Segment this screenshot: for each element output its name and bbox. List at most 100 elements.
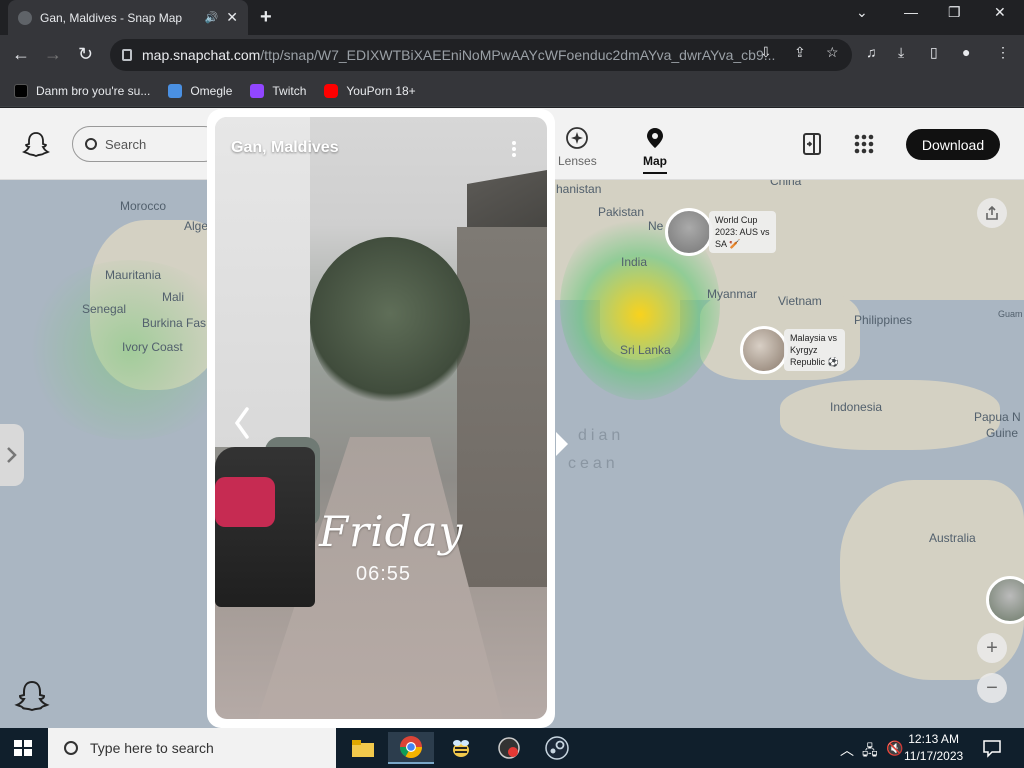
steam-app[interactable] — [534, 732, 580, 764]
tray-overflow-chevron-icon[interactable]: ︿ — [840, 740, 854, 760]
story-more-options-icon[interactable] — [511, 139, 517, 159]
bee-icon — [453, 740, 469, 757]
map-label: Senegal — [82, 302, 127, 316]
profile-avatar-icon[interactable]: ● — [962, 44, 970, 60]
bookmark-item[interactable]: Danm bro you're su... — [14, 83, 151, 98]
windows-taskbar: Type here to search ︿ 🖧 🔇 12:13 AM 11/17… — [0, 728, 1024, 768]
ocean-label: dian — [578, 427, 625, 444]
windows-start-icon[interactable] — [14, 740, 32, 756]
map-label: Ivory Coast — [122, 340, 183, 354]
notifications-icon[interactable] — [982, 738, 1002, 758]
zoom-out-button[interactable]: − — [977, 673, 1007, 703]
url-path: /ttp/snap/W7_EDIXWTBiXAEEniNoMPwAAYcWFoe… — [260, 47, 776, 63]
chevron-right-icon — [7, 447, 17, 463]
search-input[interactable]: Search — [72, 126, 222, 162]
stone-wall — [457, 227, 547, 587]
pin-label: World Cup 2023: AUS vs SA 🏏 — [709, 211, 776, 253]
share-map-button[interactable] — [977, 198, 1007, 228]
browser-tab[interactable]: Gan, Maldives - Snap Map 🔊 ✕ — [8, 0, 248, 35]
map-label: Morocco — [120, 199, 167, 213]
twitch-icon — [250, 83, 265, 98]
previous-story-button[interactable] — [231, 403, 253, 443]
chrome-app[interactable] — [388, 732, 434, 764]
bookmark-star-icon[interactable]: ☆ — [826, 44, 839, 61]
file-explorer-app[interactable] — [340, 732, 386, 764]
tab-lenses[interactable]: Lenses — [558, 126, 597, 168]
story-media[interactable]: Gan, Maldives Friday 06:55 — [215, 117, 547, 719]
map-label: Sri Lanka — [620, 343, 671, 357]
back-button[interactable]: ← — [12, 44, 30, 65]
youtube-icon — [324, 83, 339, 98]
map-label: Myanmar — [707, 287, 758, 301]
install-app-icon[interactable]: ⇩ — [760, 44, 772, 61]
map-label: Pakistan — [598, 205, 645, 219]
downloads-icon[interactable]: ⤓ — [898, 44, 904, 61]
map-label: Guam — [998, 309, 1023, 319]
forward-button[interactable]: → — [44, 44, 62, 65]
map-label: Burkina Fas — [142, 316, 207, 330]
volume-muted-icon[interactable]: 🔇 — [886, 740, 903, 757]
story-pin[interactable]: Malaysia vs Kyrgyz Republic ⚽ — [740, 326, 845, 374]
lock-icon — [122, 49, 132, 61]
bookmark-label: Danm bro you're su... — [36, 83, 151, 98]
story-pin[interactable] — [986, 576, 1024, 624]
snapchat-logo-icon[interactable] — [22, 130, 50, 158]
tab-search-chevron-icon[interactable]: ⌄ — [856, 4, 868, 21]
map-label: India — [621, 255, 648, 269]
taskbar-search-input[interactable]: Type here to search — [48, 728, 336, 768]
story-caption-day: Friday — [319, 507, 464, 556]
search-icon — [85, 138, 97, 150]
map-pin-icon — [647, 128, 663, 148]
close-window-button[interactable]: ✕ — [994, 4, 1006, 21]
recording-app[interactable] — [486, 732, 532, 764]
bookmark-item[interactable]: YouPorn 18+ — [324, 83, 416, 98]
record-icon — [498, 737, 520, 759]
taskbar-clock[interactable]: 12:13 AM 11/17/2023 — [904, 731, 963, 765]
speaker-icon[interactable]: 🔊 — [205, 11, 219, 24]
snap-map-page: Morocco Alge Mauritania Mali Senegal Bur… — [0, 108, 1024, 728]
map-label: Guine — [986, 426, 1019, 440]
reload-button[interactable]: ↻ — [78, 44, 93, 65]
ocean-label: cean — [568, 455, 619, 472]
folder-icon — [352, 740, 374, 757]
story-pin[interactable]: World Cup 2023: AUS vs SA 🏏 — [665, 208, 776, 256]
minimize-button[interactable]: — — [904, 4, 918, 20]
map-label: Alge — [184, 219, 209, 233]
bookmark-label: Twitch — [272, 83, 307, 98]
side-panel-icon[interactable]: ▯ — [930, 44, 938, 61]
chrome-menu-icon[interactable]: ⋮ — [996, 44, 1010, 61]
map-label: Indonesia — [830, 400, 883, 414]
zoom-in-button[interactable]: + — [977, 633, 1007, 663]
map-label: Australia — [929, 531, 976, 545]
bookmark-label: YouPorn 18+ — [346, 83, 416, 98]
scooter — [215, 447, 315, 607]
browser-tab-strip: Gan, Maldives - Snap Map 🔊 ✕ + ⌄ — ❐ ✕ — [0, 0, 1024, 35]
download-button[interactable]: Download — [906, 129, 1000, 160]
close-tab-icon[interactable]: ✕ — [226, 9, 238, 26]
map-label: Mauritania — [105, 268, 162, 282]
browser-toolbar: ← → ↻ map.snapchat.com /ttp/snap/W7_EDIX… — [0, 35, 1024, 75]
network-icon[interactable]: 🖧 — [862, 740, 878, 764]
add-to-home-icon[interactable] — [798, 130, 826, 158]
apps-grid-icon[interactable] — [850, 130, 878, 158]
bookmark-item[interactable]: Omegle — [168, 83, 232, 98]
restore-button[interactable]: ❐ — [948, 4, 961, 21]
share-icon[interactable]: ⇪ — [794, 44, 806, 61]
share-icon — [986, 205, 998, 220]
address-bar[interactable]: map.snapchat.com /ttp/snap/W7_EDIXWTBiXA… — [110, 39, 852, 71]
side-panel-toggle[interactable] — [0, 424, 24, 486]
map-label: Papua N — [974, 410, 1021, 424]
map-label: Philippines — [854, 313, 913, 327]
bee-app[interactable] — [438, 732, 484, 764]
tab-map[interactable]: Map — [643, 126, 667, 174]
bookmark-item[interactable]: Twitch — [250, 83, 307, 98]
new-tab-button[interactable]: + — [260, 6, 272, 29]
story-viewer: Gan, Maldives Friday 06:55 — [207, 109, 555, 728]
clock-time: 12:13 AM — [908, 732, 959, 746]
snapchat-ghost-icon[interactable] — [14, 678, 50, 714]
indonesia-landmass — [780, 380, 1000, 450]
pin-label: Malaysia vs Kyrgyz Republic ⚽ — [784, 329, 845, 371]
map-label: Vietnam — [778, 294, 822, 308]
story-caption-time: 06:55 — [356, 563, 412, 585]
media-control-icon[interactable]: ♫ — [866, 44, 877, 60]
